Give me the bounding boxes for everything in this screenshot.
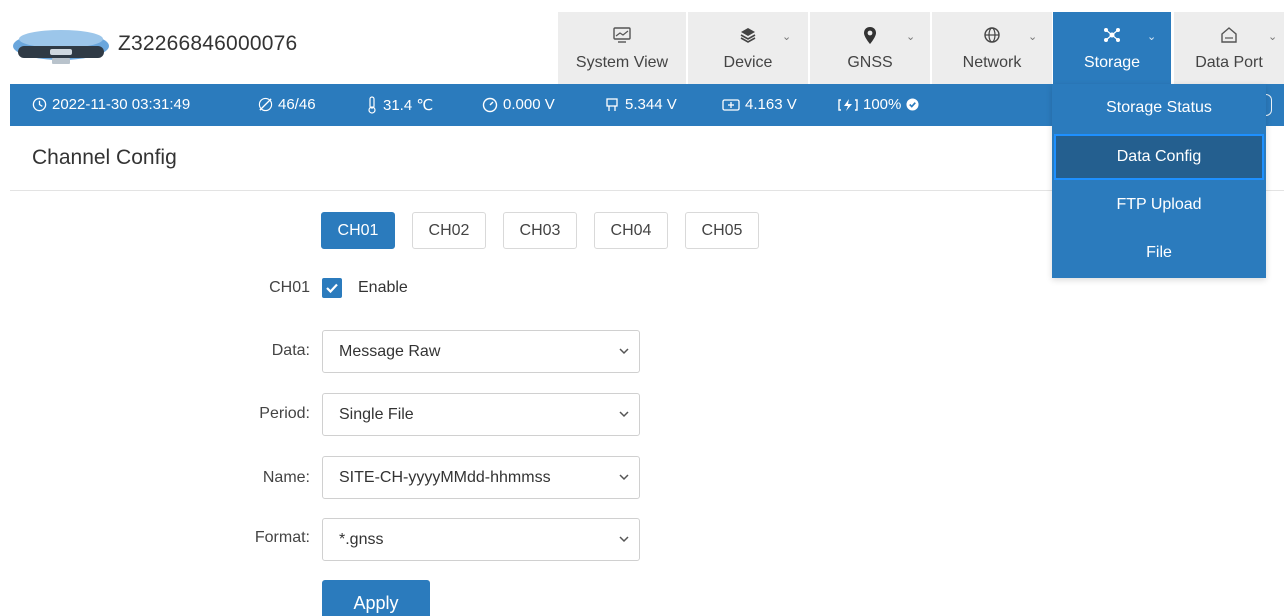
- tab-ch01[interactable]: CH01: [321, 212, 395, 249]
- status-voltage-2: 5.344 V: [604, 96, 677, 113]
- nav-tab-label: Network: [962, 54, 1022, 71]
- apply-button[interactable]: Apply: [322, 580, 430, 616]
- power-plug-icon: [606, 97, 618, 111]
- status-satellites-value: 46/46: [278, 96, 316, 113]
- status-voltage-1-value: 0.000 V: [503, 96, 555, 113]
- status-temperature: 31.4 ℃: [366, 96, 433, 114]
- status-battery: 100%: [838, 96, 924, 113]
- data-label: Data:: [271, 342, 310, 359]
- enable-label: Enable: [358, 279, 408, 296]
- channel-label: CH01: [269, 279, 310, 296]
- name-select-value: SITE-CH-yyyyMMdd-hhmmss: [339, 469, 551, 486]
- menu-item-ftp-upload[interactable]: FTP Upload: [1052, 181, 1266, 229]
- status-satellites: 46/46: [258, 96, 316, 113]
- nav-tab-label: Storage: [1083, 54, 1141, 71]
- chevron-down-icon: ⌄: [782, 31, 792, 43]
- format-select[interactable]: *.gnss: [322, 518, 640, 561]
- data-select-value: Message Raw: [339, 343, 441, 360]
- nav-tab-system-view[interactable]: System View: [558, 12, 686, 84]
- tab-ch03[interactable]: CH03: [503, 212, 577, 249]
- status-datetime-value: 2022-11-30 03:31:49: [52, 96, 191, 113]
- period-select-value: Single File: [339, 406, 414, 423]
- nav-tab-network[interactable]: ⌄ Network: [932, 12, 1052, 84]
- chevron-down-icon: ⌄: [1268, 31, 1278, 43]
- checkmark-icon: [326, 283, 338, 294]
- gauge-icon: [482, 97, 498, 112]
- header-bar: Z32266846000076 System View ⌄ Device ⌄ G…: [0, 0, 1284, 84]
- charging-icon: [838, 98, 858, 111]
- nav-tab-device[interactable]: ⌄ Device: [688, 12, 808, 84]
- chevron-down-icon: [619, 474, 629, 481]
- status-voltage-1: 0.000 V: [482, 96, 555, 113]
- nav-tab-label: GNSS: [847, 54, 893, 71]
- name-select[interactable]: SITE-CH-yyyyMMdd-hhmmss: [322, 456, 640, 499]
- period-label: Period:: [259, 405, 310, 422]
- status-temperature-value: 31.4 ℃: [383, 97, 434, 114]
- clock-icon: [32, 97, 47, 112]
- chevron-down-icon: ⌄: [1028, 31, 1038, 43]
- menu-item-data-config[interactable]: Data Config: [1054, 134, 1264, 180]
- page-title: Channel Config: [32, 146, 177, 169]
- tab-ch05[interactable]: CH05: [685, 212, 759, 249]
- nav-tab-label: Device: [723, 54, 773, 71]
- gnss-receiver-image: [13, 30, 109, 64]
- status-voltage-3: 4.163 V: [722, 96, 797, 113]
- format-select-value: *.gnss: [339, 531, 384, 548]
- storage-dropdown-menu: Storage Status Data Config FTP Upload Fi…: [1052, 84, 1266, 278]
- chevron-down-icon: ⌄: [906, 31, 916, 43]
- menu-item-storage-status[interactable]: Storage Status: [1052, 84, 1266, 132]
- name-label: Name:: [262, 469, 310, 486]
- device-serial: Z32266846000076: [118, 32, 298, 55]
- nav-tab-gnss[interactable]: ⌄ GNSS: [810, 12, 930, 84]
- status-datetime: 2022-11-30 03:31:49: [32, 96, 190, 113]
- nav-tab-storage[interactable]: ⌄ Storage: [1053, 12, 1171, 84]
- chevron-down-icon: [619, 411, 629, 418]
- nav-tab-data-port[interactable]: ⌄ Data Port: [1174, 12, 1284, 84]
- chevron-down-icon: [619, 536, 629, 543]
- battery-icon: [722, 98, 740, 111]
- chevron-down-icon: ⌄: [1147, 31, 1157, 43]
- chevron-down-icon: [619, 348, 629, 355]
- nav-tab-label: System View: [575, 54, 669, 71]
- check-circle-icon: [906, 98, 919, 111]
- status-voltage-3-value: 4.163 V: [745, 96, 797, 113]
- status-voltage-2-value: 5.344 V: [625, 96, 677, 113]
- thermometer-icon: [368, 96, 376, 114]
- period-select[interactable]: Single File: [322, 393, 640, 436]
- data-select[interactable]: Message Raw: [322, 330, 640, 373]
- tab-ch04[interactable]: CH04: [594, 212, 668, 249]
- satellite-icon: [258, 97, 273, 112]
- tab-ch02[interactable]: CH02: [412, 212, 486, 249]
- format-label: Format:: [254, 529, 310, 546]
- monitor-icon: [558, 26, 686, 46]
- nav-tab-label: Data Port: [1195, 54, 1263, 71]
- enable-checkbox[interactable]: [322, 278, 342, 298]
- status-battery-value: 100%: [863, 96, 902, 113]
- menu-item-file[interactable]: File: [1052, 229, 1266, 277]
